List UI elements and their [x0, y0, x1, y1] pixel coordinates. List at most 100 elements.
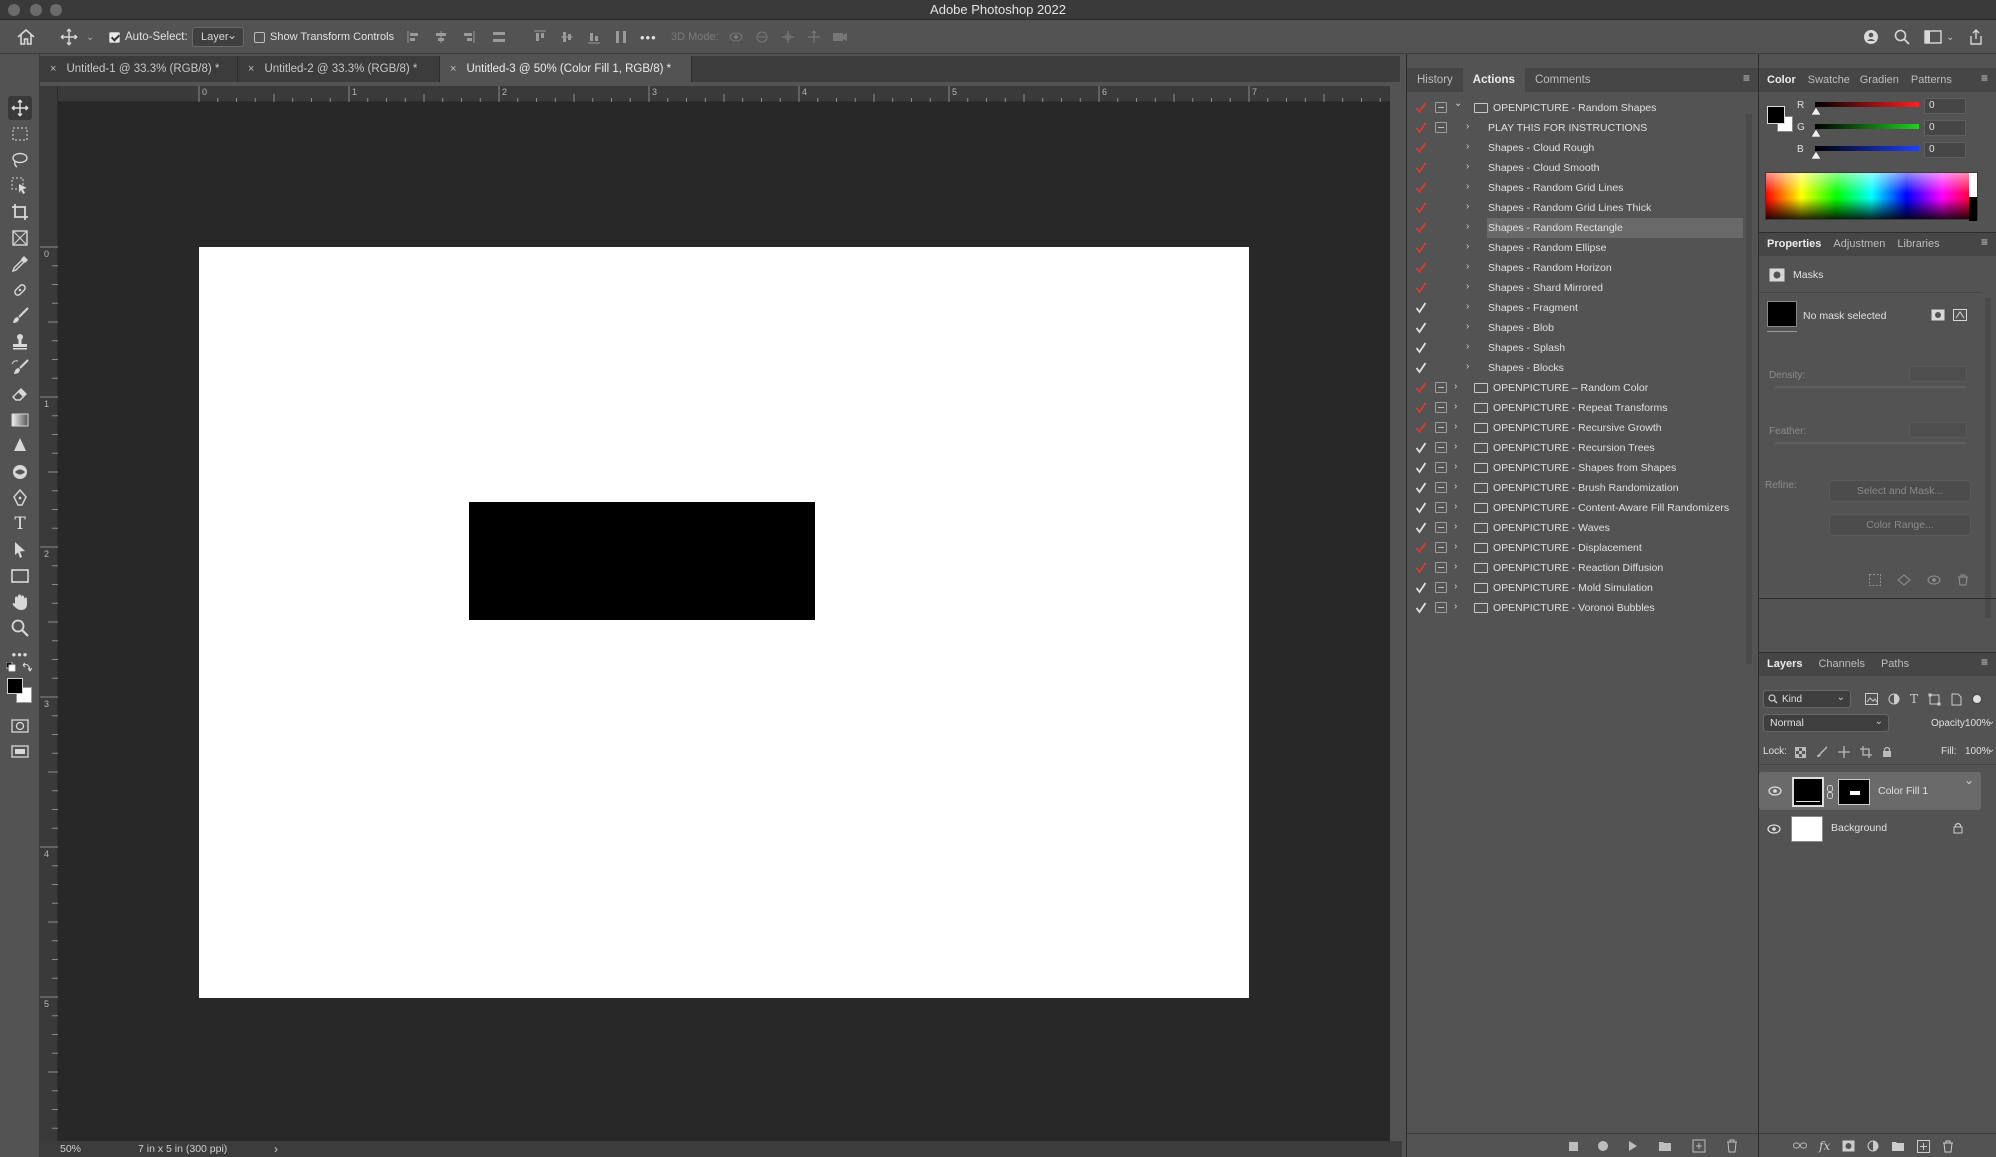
action-row[interactable]: › Shapes - Random Horizon — [1407, 258, 1743, 278]
close-icon[interactable]: × — [50, 63, 56, 75]
slider-handle-icon[interactable] — [1811, 129, 1821, 137]
tab-channels[interactable]: Channels — [1812, 652, 1874, 676]
dialog-toggle-icon[interactable] — [1435, 122, 1447, 133]
delete-mask-icon[interactable] — [1957, 574, 1969, 586]
action-row[interactable]: › Shapes - Splash — [1407, 338, 1743, 358]
chevron-right-icon[interactable]: › — [1466, 321, 1469, 332]
adjustment-layer-filter-icon[interactable] — [1888, 693, 1900, 705]
align-vertical-centers-icon[interactable] — [560, 30, 574, 44]
toggle-check-icon[interactable] — [1415, 381, 1427, 395]
chevron-right-icon[interactable]: › — [1454, 481, 1457, 492]
toggle-check-icon[interactable] — [1415, 321, 1427, 335]
toggle-check-icon[interactable] — [1415, 361, 1427, 375]
action-row[interactable]: › Shapes - Random Rectangle — [1415, 218, 1743, 238]
toggle-check-icon[interactable] — [1415, 561, 1427, 575]
rectangle-tool[interactable] — [8, 564, 32, 588]
type-tool[interactable]: T — [8, 512, 32, 536]
share-icon[interactable] — [1968, 29, 1984, 45]
auto-select-toggle[interactable]: Auto-Select: — [109, 20, 188, 54]
action-set-row[interactable]: › OPENPICTURE - Brush Randomization — [1407, 478, 1743, 498]
chevron-down-icon[interactable]: ⌄ — [1987, 744, 1995, 755]
chevron-right-icon[interactable]: › — [1454, 461, 1457, 472]
toggle-check-icon[interactable] — [1415, 121, 1427, 135]
action-set-row[interactable]: › OPENPICTURE - Reaction Diffusion — [1407, 558, 1743, 578]
chevron-right-icon[interactable]: › — [1454, 561, 1457, 572]
screen-mode-button[interactable] — [8, 740, 32, 764]
channel-slider[interactable] — [1815, 102, 1919, 107]
action-row[interactable]: › Shapes - Random Grid Lines — [1407, 178, 1743, 198]
action-set-row[interactable]: › OPENPICTURE - Shapes from Shapes — [1407, 458, 1743, 478]
shape-layer-filter-icon[interactable] — [1928, 693, 1941, 706]
dialog-toggle-icon[interactable] — [1435, 542, 1447, 553]
dialog-toggle-icon[interactable] — [1435, 482, 1447, 493]
brush-tool[interactable] — [8, 304, 32, 328]
actions-panel-menu-icon[interactable]: ≡ — [1743, 71, 1750, 85]
chevron-right-icon[interactable]: › — [1466, 181, 1469, 192]
chevron-right-icon[interactable]: › — [1466, 301, 1469, 312]
toggle-check-icon[interactable] — [1415, 401, 1427, 415]
toggle-check-icon[interactable] — [1415, 481, 1427, 495]
document-canvas[interactable] — [199, 247, 1249, 998]
chevron-right-icon[interactable]: › — [1466, 141, 1469, 152]
action-set-row[interactable]: › OPENPICTURE – Random Color — [1407, 378, 1743, 398]
channel-value-input[interactable]: 0 — [1924, 98, 1966, 114]
action-row[interactable]: › Shapes - Fragment — [1407, 298, 1743, 318]
tab-layers[interactable]: Layers — [1759, 652, 1812, 676]
3d-scale-icon[interactable] — [832, 30, 848, 44]
color-spectrum[interactable] — [1765, 172, 1978, 221]
chevron-right-icon[interactable]: › — [1466, 221, 1469, 232]
toggle-check-icon[interactable] — [1415, 441, 1427, 455]
toggle-check-icon[interactable] — [1415, 521, 1427, 535]
frame-tool[interactable] — [8, 226, 32, 250]
channel-slider[interactable] — [1815, 124, 1919, 129]
chevron-right-icon[interactable]: › — [1466, 201, 1469, 212]
dialog-toggle-icon[interactable] — [1435, 462, 1447, 473]
action-row[interactable]: › PLAY THIS FOR INSTRUCTIONS — [1407, 118, 1743, 138]
dialog-toggle-icon[interactable] — [1435, 582, 1447, 593]
tab-adjustments[interactable]: Adjustmen — [1827, 232, 1891, 256]
action-row[interactable]: › Shapes - Random Ellipse — [1407, 238, 1743, 258]
channel-slider[interactable] — [1815, 146, 1919, 151]
chevron-right-icon[interactable]: › — [1454, 521, 1457, 532]
slider-handle-icon[interactable] — [1811, 107, 1821, 115]
3d-slide-icon[interactable] — [806, 30, 822, 44]
move-tool[interactable] — [8, 96, 32, 120]
chevron-right-icon[interactable]: › — [1466, 241, 1469, 252]
chevron-right-icon[interactable]: › — [1454, 501, 1457, 512]
auto-select-target-dropdown[interactable]: Layer — [192, 27, 244, 47]
dialog-toggle-icon[interactable] — [1435, 602, 1447, 613]
new-action-icon[interactable] — [1692, 1139, 1706, 1153]
show-transform-checkbox[interactable] — [254, 31, 265, 43]
filter-toggle-switch[interactable] — [1972, 694, 1983, 704]
color-fill-rectangle[interactable] — [469, 502, 815, 620]
tab-comments[interactable]: Comments — [1525, 68, 1601, 92]
toggle-check-icon[interactable] — [1415, 201, 1427, 215]
lock-position-icon[interactable] — [1838, 746, 1850, 758]
toggle-check-icon[interactable] — [1415, 241, 1427, 255]
chevron-right-icon[interactable]: › — [1454, 421, 1457, 432]
tab-color[interactable]: Color — [1759, 68, 1802, 92]
toggle-check-icon[interactable] — [1415, 181, 1427, 195]
select-and-mask-button[interactable]: Select and Mask... — [1829, 480, 1971, 502]
doc-tab-untitled-3[interactable]: × Untitled-3 @ 50% (Color Fill 1, RGB/8)… — [440, 56, 692, 82]
action-set-row[interactable]: › OPENPICTURE - Displacement — [1407, 538, 1743, 558]
smart-object-filter-icon[interactable] — [1951, 693, 1962, 706]
eyedropper-tool[interactable] — [8, 252, 32, 276]
dialog-toggle-icon[interactable] — [1435, 422, 1447, 433]
doc-tab-untitled-1[interactable]: × Untitled-1 @ 33.3% (RGB/8) * — [40, 56, 238, 82]
distribute-horizontal-icon[interactable] — [614, 30, 628, 44]
toggle-check-icon[interactable] — [1415, 301, 1427, 315]
spot-healing-tool[interactable] — [8, 278, 32, 302]
tab-patterns[interactable]: Patterns — [1905, 68, 1958, 92]
stop-icon[interactable] — [1569, 1141, 1578, 1151]
add-mask-icon[interactable] — [1842, 1140, 1855, 1152]
align-right-edges-icon[interactable] — [461, 30, 475, 44]
toggle-check-icon[interactable] — [1415, 101, 1427, 115]
eye-icon[interactable] — [1768, 786, 1782, 796]
action-set-row[interactable]: › OPENPICTURE - Repeat Transforms — [1407, 398, 1743, 418]
toggle-check-icon[interactable] — [1415, 541, 1427, 555]
toggle-check-icon[interactable] — [1415, 341, 1427, 355]
default-colors-icon[interactable] — [6, 662, 16, 672]
more-options-button[interactable]: ••• — [640, 20, 657, 54]
actions-scrollbar[interactable] — [1746, 114, 1752, 664]
